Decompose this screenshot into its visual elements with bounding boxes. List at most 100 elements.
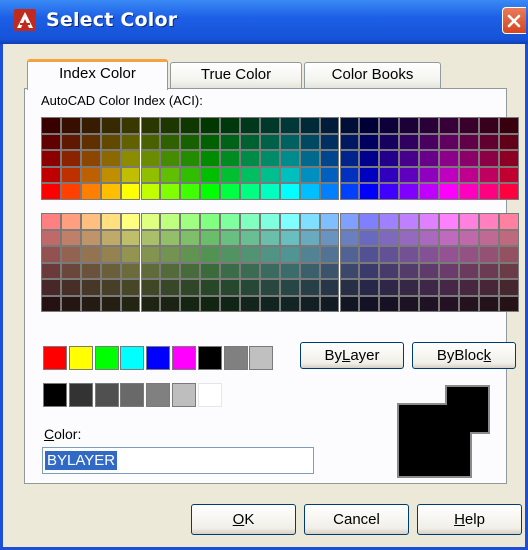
aci-swatch[interactable] [60, 229, 81, 246]
aci-swatch[interactable] [80, 295, 101, 312]
aci-swatch[interactable] [299, 262, 320, 279]
aci-swatch[interactable] [458, 133, 479, 150]
aci-swatch[interactable] [339, 262, 360, 279]
aci-swatch[interactable] [160, 183, 181, 200]
aci-swatch[interactable] [200, 117, 221, 134]
aci-swatch[interactable] [259, 229, 280, 246]
aci-swatch[interactable] [439, 133, 459, 150]
aci-swatch[interactable] [419, 295, 439, 312]
aci-swatch[interactable] [319, 150, 340, 167]
tab-index-color[interactable]: Index Color [27, 59, 168, 90]
aci-swatch[interactable] [80, 183, 101, 200]
aci-swatch[interactable] [240, 279, 260, 296]
aci-swatch[interactable] [200, 279, 221, 296]
aci-swatch[interactable] [259, 279, 280, 296]
aci-swatch[interactable] [60, 133, 81, 150]
aci-swatch[interactable] [439, 229, 459, 246]
aci-swatch[interactable] [478, 262, 499, 279]
aci-swatch[interactable] [419, 213, 439, 230]
tab-color-books[interactable]: Color Books [304, 62, 441, 88]
aci-swatch[interactable] [80, 246, 101, 263]
gray-color-swatch[interactable] [94, 383, 119, 407]
aci-swatch[interactable] [319, 133, 340, 150]
aci-swatch[interactable] [220, 279, 240, 296]
aci-swatch[interactable] [299, 117, 320, 134]
aci-swatch[interactable] [319, 279, 340, 296]
aci-swatch[interactable] [220, 183, 240, 200]
aci-swatch[interactable] [240, 295, 260, 312]
aci-swatch[interactable] [279, 229, 300, 246]
title-bar[interactable]: Select Color [0, 0, 528, 44]
aci-swatch[interactable] [160, 166, 181, 183]
aci-swatch[interactable] [399, 166, 420, 183]
aci-swatch[interactable] [359, 133, 380, 150]
gray-color-swatch[interactable] [120, 383, 145, 407]
aci-swatch[interactable] [279, 246, 300, 263]
aci-swatch[interactable] [379, 295, 400, 312]
aci-swatch[interactable] [41, 166, 61, 183]
aci-swatch[interactable] [439, 183, 459, 200]
aci-swatch[interactable] [41, 117, 61, 134]
aci-swatch[interactable] [240, 166, 260, 183]
aci-swatch[interactable] [399, 262, 420, 279]
aci-swatch[interactable] [498, 246, 519, 263]
aci-swatch[interactable] [478, 246, 499, 263]
aci-swatch[interactable] [379, 166, 400, 183]
aci-swatch[interactable] [439, 150, 459, 167]
aci-swatch[interactable] [379, 133, 400, 150]
standard-color-swatch[interactable] [120, 346, 145, 370]
aci-swatch[interactable] [299, 150, 320, 167]
help-button[interactable]: Help [417, 504, 522, 535]
aci-swatch[interactable] [100, 133, 121, 150]
aci-swatch[interactable] [359, 166, 380, 183]
aci-swatch[interactable] [180, 166, 201, 183]
aci-swatch[interactable] [458, 150, 479, 167]
aci-swatch[interactable] [339, 183, 360, 200]
aci-swatch[interactable] [200, 133, 221, 150]
aci-swatch[interactable] [379, 183, 400, 200]
aci-swatch[interactable] [160, 133, 181, 150]
aci-swatch[interactable] [259, 166, 280, 183]
aci-swatch[interactable] [319, 262, 340, 279]
aci-swatch[interactable] [220, 117, 240, 134]
aci-swatch[interactable] [419, 117, 439, 134]
aci-swatch[interactable] [339, 213, 360, 230]
aci-swatch[interactable] [439, 246, 459, 263]
aci-swatch[interactable] [240, 150, 260, 167]
aci-swatch[interactable] [439, 295, 459, 312]
gray-color-swatch[interactable] [197, 383, 222, 407]
aci-swatch[interactable] [100, 262, 121, 279]
aci-swatch[interactable] [399, 117, 420, 134]
aci-swatch[interactable] [100, 183, 121, 200]
aci-swatch[interactable] [399, 295, 420, 312]
aci-swatch[interactable] [140, 229, 161, 246]
aci-swatch[interactable] [80, 279, 101, 296]
aci-swatch[interactable] [458, 229, 479, 246]
aci-swatch[interactable] [359, 262, 380, 279]
aci-swatch[interactable] [220, 133, 240, 150]
aci-swatch[interactable] [120, 279, 141, 296]
aci-swatch[interactable] [458, 213, 479, 230]
aci-swatch[interactable] [419, 183, 439, 200]
aci-swatch[interactable] [399, 213, 420, 230]
aci-swatch[interactable] [120, 262, 141, 279]
aci-swatch[interactable] [100, 229, 121, 246]
standard-color-swatch[interactable] [94, 346, 119, 370]
aci-swatch[interactable] [478, 133, 499, 150]
standard-color-swatch[interactable] [172, 346, 196, 370]
aci-swatch[interactable] [41, 246, 61, 263]
aci-swatch[interactable] [200, 295, 221, 312]
aci-swatch[interactable] [41, 295, 61, 312]
aci-swatch[interactable] [41, 229, 61, 246]
aci-swatch[interactable] [220, 295, 240, 312]
aci-swatch[interactable] [259, 262, 280, 279]
aci-swatch[interactable] [419, 150, 439, 167]
aci-swatch[interactable] [140, 279, 161, 296]
aci-swatch[interactable] [439, 262, 459, 279]
aci-swatch[interactable] [299, 246, 320, 263]
aci-swatch[interactable] [478, 117, 499, 134]
aci-swatch[interactable] [419, 262, 439, 279]
aci-swatch[interactable] [379, 213, 400, 230]
aci-swatch[interactable] [458, 279, 479, 296]
aci-swatch[interactable] [419, 229, 439, 246]
